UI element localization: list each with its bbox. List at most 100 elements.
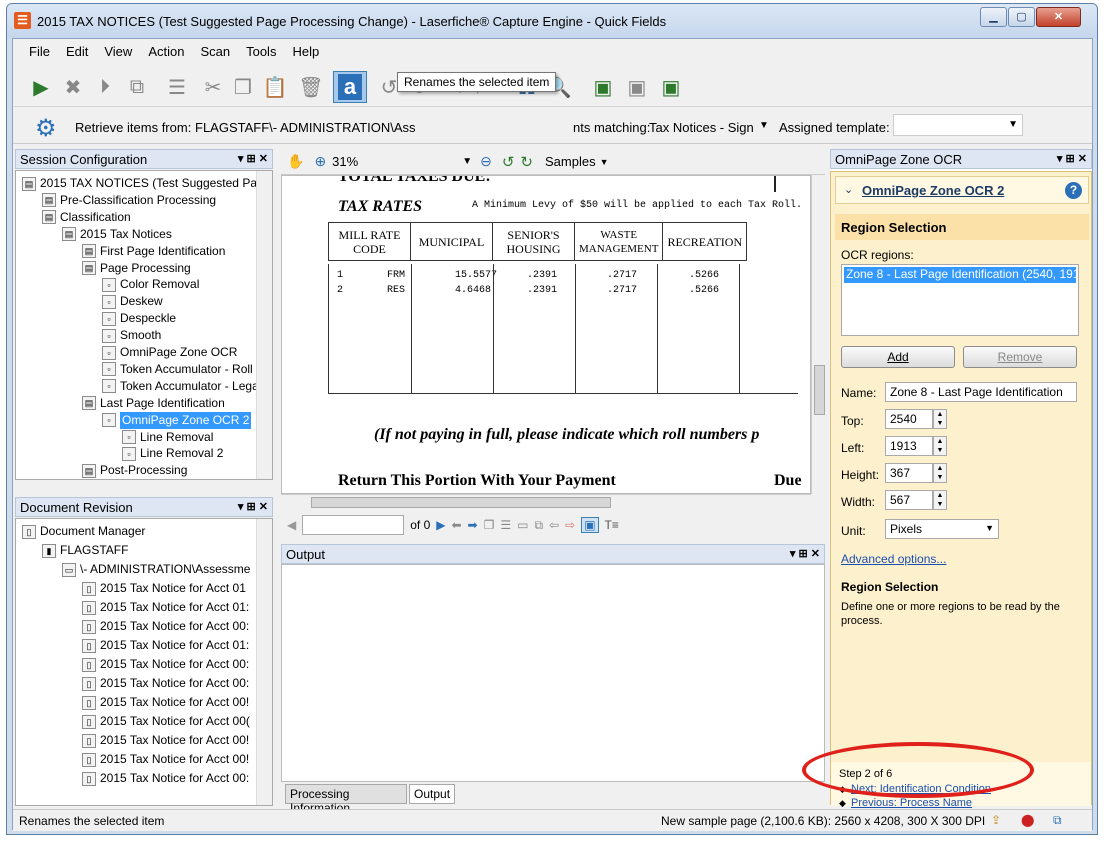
maximize-button[interactable]: ▢ xyxy=(1008,7,1035,27)
revision-tree-item[interactable]: ▯ 2015 Tax Notice for Acct 01 xyxy=(82,580,246,597)
pages-icon[interactable]: ⧉ xyxy=(1053,813,1062,828)
pane-controls[interactable]: ▾ ⊞ ✕ xyxy=(238,152,268,165)
revision-tree-item[interactable]: ▮ FLAGSTAFF xyxy=(42,542,128,559)
menu-edit[interactable]: Edit xyxy=(66,44,88,59)
next-step-link[interactable]: Next: Identification Condition xyxy=(851,783,991,795)
template-select[interactable]: ▼ xyxy=(893,114,1023,136)
menu-tools[interactable]: Tools xyxy=(246,44,276,59)
page-gray-icon[interactable]: ▣ xyxy=(621,71,653,103)
document-image[interactable]: TOTAL TAXES DUE: TAX RATES A Minimum Lev… xyxy=(281,175,811,494)
stop-icon[interactable]: ✖ xyxy=(57,71,89,103)
session-tree-item[interactable]: ▤ 2015 TAX NOTICES (Test Suggested Pag xyxy=(22,175,264,192)
zoom-level[interactable]: 31% xyxy=(332,154,358,169)
session-tree-item[interactable]: ▤ Page Processing xyxy=(82,260,191,277)
tab-output[interactable]: Output xyxy=(409,784,455,804)
previous-step-link[interactable]: Previous: Process Name xyxy=(851,797,972,809)
revision-tree-item[interactable]: ▯ 2015 Tax Notice for Acct 00: xyxy=(82,656,249,673)
revision-tree-item[interactable]: ▭ \- ADMINISTRATION\Assessme xyxy=(62,561,250,578)
top-stepper[interactable]: ▲ ▼ xyxy=(933,409,947,429)
revision-tree-item[interactable]: ▯ 2015 Tax Notice for Acct 00! xyxy=(82,694,249,711)
zoom-out-icon[interactable]: ⊖ xyxy=(480,153,492,170)
top-field[interactable]: 2540 xyxy=(885,409,933,429)
rotate-right-icon[interactable]: ↻ xyxy=(520,153,533,171)
image-horizontal-scrollbar[interactable] xyxy=(281,494,811,510)
revision-tree-item[interactable]: ▯ 2015 Tax Notice for Acct 00: xyxy=(82,618,249,635)
menu-action[interactable]: Action xyxy=(148,44,184,59)
session-tree-item[interactable]: ▫ OmniPage Zone OCR 2 xyxy=(102,411,252,429)
session-tree-item[interactable]: ▫ Token Accumulator - Roll N xyxy=(102,361,265,378)
split-icon[interactable]: ☰ xyxy=(500,518,511,532)
tree-scrollbar[interactable] xyxy=(256,519,272,805)
scroll-thumb[interactable] xyxy=(814,365,825,415)
gear-icon[interactable]: ⚙ xyxy=(35,114,57,143)
minimize-button[interactable]: ▁ xyxy=(980,7,1007,27)
width-stepper[interactable]: ▲ ▼ xyxy=(933,490,947,510)
move-forward-icon[interactable]: ⇨ xyxy=(565,518,575,532)
revision-tree-item[interactable]: ▯ 2015 Tax Notice for Acct 00: xyxy=(82,675,249,692)
scroll-thumb[interactable] xyxy=(311,497,611,508)
session-tree-item[interactable]: ▤ First Page Identification xyxy=(82,243,225,260)
forward-arrow-icon[interactable]: ➡ xyxy=(468,518,478,532)
section-title[interactable]: OmniPage Zone OCR 2 xyxy=(862,183,1004,198)
left-field[interactable]: 1913 xyxy=(885,436,933,456)
advanced-options-link[interactable]: Advanced options... xyxy=(841,552,946,566)
image-view-icon[interactable]: ▣ xyxy=(581,517,599,533)
pane-controls[interactable]: ▾ ⊞ ✕ xyxy=(790,547,820,560)
name-field[interactable]: Zone 8 - Last Page Identification xyxy=(885,382,1077,402)
help-icon[interactable]: ? xyxy=(1065,182,1082,199)
close-button[interactable]: ✕ xyxy=(1036,7,1081,27)
revision-tree-item[interactable]: ▯ 2015 Tax Notice for Acct 00( xyxy=(82,713,250,730)
cut-icon[interactable]: ✂ xyxy=(197,71,229,103)
revision-tree-item[interactable]: ▯ 2015 Tax Notice for Acct 00: xyxy=(82,770,249,787)
open-icon[interactable]: ⧉ xyxy=(121,71,153,103)
chevron-down-icon[interactable]: ▼ xyxy=(600,157,609,167)
pane-controls[interactable]: ▾ ⊞ ✕ xyxy=(1057,152,1087,165)
back-arrow-icon[interactable]: ⬅ xyxy=(451,518,461,532)
session-tree-item[interactable]: ▤ Post-Processing xyxy=(82,462,187,479)
rename-button[interactable]: a xyxy=(333,71,367,103)
ocr-regions-list[interactable]: Zone 8 - Last Page Identification (2540,… xyxy=(841,264,1079,336)
text-view-icon[interactable]: T≡ xyxy=(605,518,619,532)
tab-processing-information[interactable]: Processing Information xyxy=(285,784,407,815)
page-add-icon[interactable]: ▣ xyxy=(655,71,687,103)
revision-tree-item[interactable]: ▯ 2015 Tax Notice for Acct 00! xyxy=(82,751,249,768)
session-tree-item[interactable]: ▫ Despeckle xyxy=(102,310,176,327)
revision-tree-item[interactable]: ▯ 2015 Tax Notice for Acct 01: xyxy=(82,637,249,654)
menu-scan[interactable]: Scan xyxy=(200,44,230,59)
menu-file[interactable]: File xyxy=(29,44,50,59)
hand-icon[interactable]: ✋ xyxy=(287,153,304,170)
session-tree-item[interactable]: ▫ OmniPage Zone OCR xyxy=(102,344,237,361)
remove-button[interactable]: Remove xyxy=(963,346,1077,368)
delete-icon[interactable]: 🗑 xyxy=(295,71,327,103)
session-tree-item[interactable]: ▤ Pre-Classification Processing xyxy=(42,192,216,209)
ocr-region-item[interactable]: Zone 8 - Last Page Identification (2540,… xyxy=(844,267,1076,283)
chevron-down-icon[interactable]: ▼ xyxy=(759,120,769,131)
step-icon[interactable]: ⏵ xyxy=(89,71,121,103)
session-tree-item[interactable]: ▤ Classification xyxy=(42,209,131,226)
copy-icon[interactable]: ❐ xyxy=(227,71,259,103)
insert-icon[interactable]: ⧉ xyxy=(534,518,543,533)
menu-help[interactable]: Help xyxy=(292,44,319,59)
page-green-icon[interactable]: ▣ xyxy=(587,71,619,103)
first-page-icon[interactable]: ◀ xyxy=(287,518,296,532)
zoom-in-icon[interactable]: ⊕ xyxy=(314,153,326,170)
chevron-down-icon[interactable]: ⌄ xyxy=(844,183,853,196)
revision-tree-item[interactable]: ▯ 2015 Tax Notice for Acct 00! xyxy=(82,732,249,749)
merge-icon[interactable]: ▭ xyxy=(517,518,528,532)
session-tree-item[interactable]: ▤ 2015 Tax Notices xyxy=(62,226,172,243)
rotate-left-icon[interactable]: ↺ xyxy=(502,153,515,171)
session-tree-item[interactable]: ▫ Token Accumulator - Lega xyxy=(102,378,259,395)
paste-icon[interactable]: 📋 xyxy=(259,71,291,103)
copy-page-icon[interactable]: ❐ xyxy=(484,518,495,532)
retrieve-path[interactable]: FLAGSTAFF\- ADMINISTRATION\Ass xyxy=(195,120,416,135)
session-tree-item[interactable]: ▫ Deskew xyxy=(102,293,163,310)
height-field[interactable]: 367 xyxy=(885,463,933,483)
scanner-icon[interactable]: ☰ xyxy=(161,71,193,103)
error-icon[interactable]: ⬤ xyxy=(1021,813,1034,827)
last-page-icon[interactable]: ▶ xyxy=(436,518,445,532)
height-stepper[interactable]: ▲ ▼ xyxy=(933,463,947,483)
image-vertical-scrollbar[interactable] xyxy=(811,175,827,494)
revision-tree-item[interactable]: ▯ Document Manager xyxy=(22,523,145,540)
session-tree-item[interactable]: ▫ Line Removal 2 xyxy=(122,445,223,462)
tree-scrollbar[interactable] xyxy=(256,171,272,479)
